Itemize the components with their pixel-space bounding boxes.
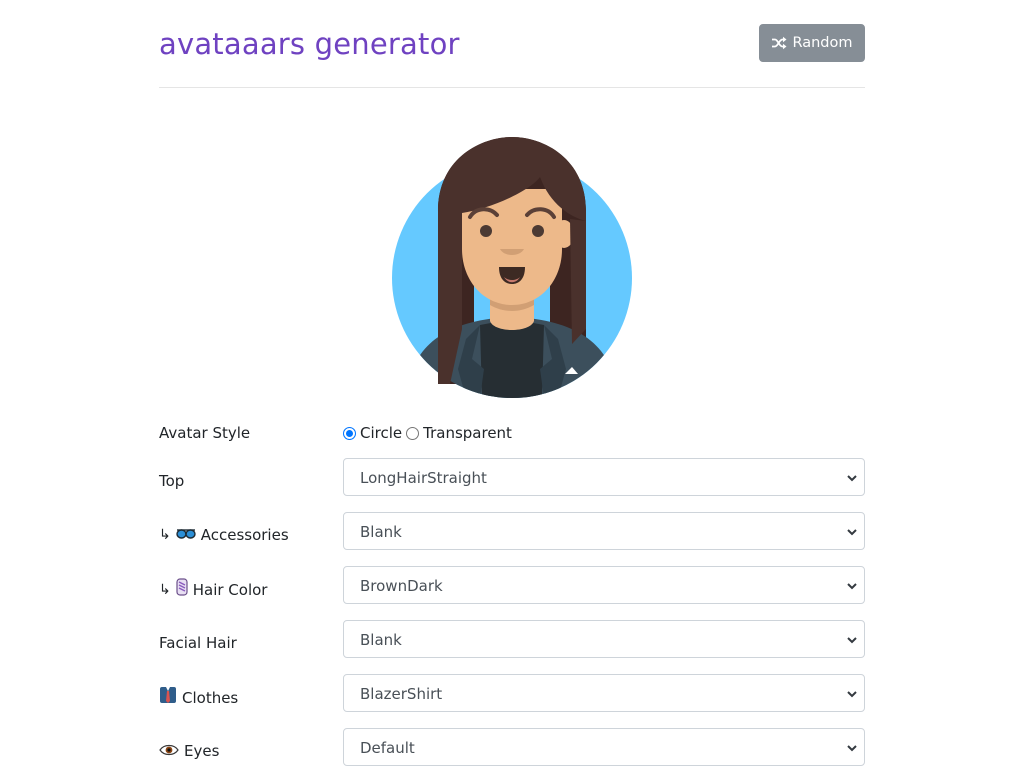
accessories-label: ↳ Accessories xyxy=(159,524,289,546)
accessories-select-value: Blank xyxy=(360,523,402,541)
avatar-eye-right xyxy=(532,225,544,237)
accessories-label-text: Accessories xyxy=(200,526,289,544)
hair-color-select[interactable]: BrownDark xyxy=(343,566,865,604)
top-label-text: Top xyxy=(159,472,185,490)
hair-color-icon xyxy=(176,578,188,602)
top-select-value: LongHairStraight xyxy=(360,469,487,487)
avatar-style-label: Avatar Style xyxy=(159,424,251,442)
circle-radio-label[interactable]: Circle xyxy=(360,422,402,444)
clothes-label: Clothes xyxy=(159,686,238,710)
clothes-icon xyxy=(159,686,177,710)
chevron-down-icon xyxy=(847,691,857,698)
chevron-down-icon xyxy=(847,475,857,482)
page-container: avataaars generator Random Avatar Style … xyxy=(159,0,865,766)
facial-hair-select-value: Blank xyxy=(360,631,402,649)
hair-color-select-value: BrownDark xyxy=(360,577,443,595)
page-title: avataaars generator xyxy=(159,27,460,61)
top-label: Top xyxy=(159,470,184,492)
random-button-label: Random xyxy=(792,35,853,51)
eyes-label-text: Eyes xyxy=(184,742,220,760)
top-select[interactable]: LongHairStraight xyxy=(343,458,865,496)
clothes-label-text: Clothes xyxy=(182,689,239,707)
facial-hair-label: Facial Hair xyxy=(159,632,237,654)
clothes-select[interactable]: BlazerShirt xyxy=(343,674,865,712)
chevron-down-icon xyxy=(847,583,857,590)
clothes-select-value: BlazerShirt xyxy=(360,685,443,703)
hair-color-label-text: Hair Color xyxy=(192,581,268,599)
facial-hair-label-text: Facial Hair xyxy=(159,634,237,652)
avatar-eye-left xyxy=(480,225,492,237)
avatar-front-hair-right xyxy=(570,219,586,344)
eyes-select-value: Default xyxy=(360,739,415,757)
chevron-down-icon xyxy=(847,745,857,752)
sunglasses-icon xyxy=(176,524,196,546)
chevron-down-icon xyxy=(847,637,857,644)
transparent-radio-label[interactable]: Transparent xyxy=(423,422,512,444)
accessories-select[interactable]: Blank xyxy=(343,512,865,550)
sub-option-arrow-icon: ↳ xyxy=(159,527,171,543)
random-button[interactable]: Random xyxy=(759,24,865,62)
transparent-radio[interactable] xyxy=(406,426,420,440)
facial-hair-select[interactable]: Blank xyxy=(343,620,865,658)
header: avataaars generator Random xyxy=(159,0,865,88)
sub-option-arrow-icon: ↳ xyxy=(159,582,171,598)
avatar-preview xyxy=(380,129,644,409)
shuffle-icon xyxy=(771,36,787,50)
eye-icon xyxy=(159,740,179,762)
chevron-down-icon xyxy=(847,529,857,536)
hair-color-label: ↳ Hair Color xyxy=(159,578,267,602)
eyes-label: Eyes xyxy=(159,740,219,762)
avatar-shirt xyxy=(480,319,544,398)
circle-radio[interactable] xyxy=(343,426,356,440)
avatar-style-radio-group: Circle Transparent xyxy=(343,422,516,444)
eyes-select[interactable]: Default xyxy=(343,728,865,766)
